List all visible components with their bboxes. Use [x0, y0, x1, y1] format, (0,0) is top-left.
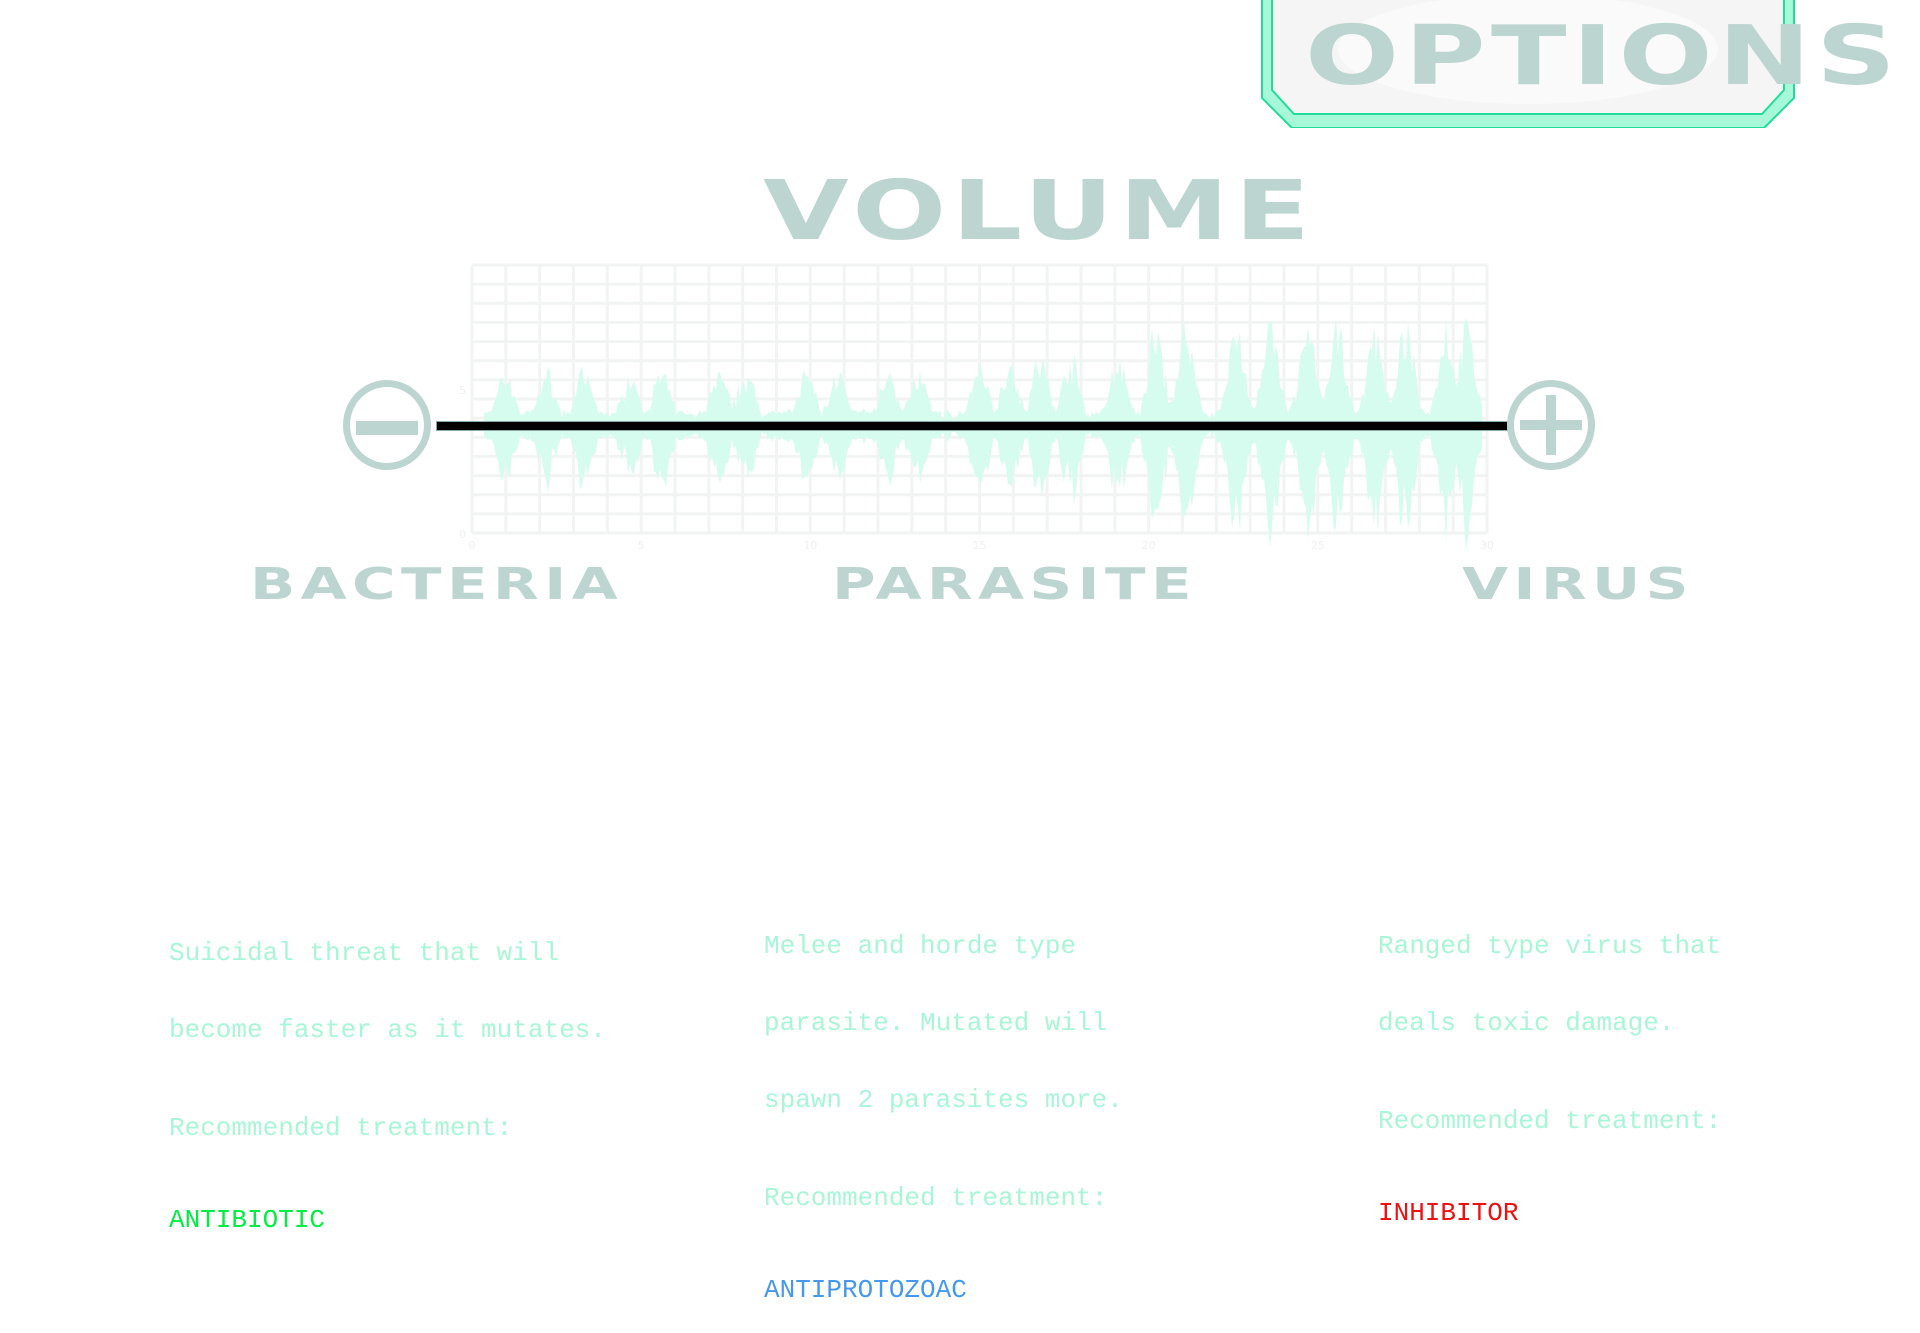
plus-icon-vertical [1546, 395, 1556, 455]
volume-decrease-button[interactable] [343, 380, 431, 470]
recommended-label: Recommended treatment: [1378, 1106, 1722, 1136]
x-tick-label: 0 [469, 539, 476, 552]
category-virus: VIRUS [1462, 559, 1694, 610]
recommended-label: Recommended treatment: [169, 1113, 513, 1143]
volume-increase-button[interactable] [1507, 380, 1595, 470]
minus-icon [356, 421, 418, 435]
treatment-inhibitor: INHIBITOR [1378, 1198, 1519, 1228]
bacteria-info: Suicidal threat that will become faster … [169, 885, 606, 1263]
virus-info: Ranged type virus that deals toxic damag… [1378, 878, 1721, 1256]
description-line: spawn 2 parasites more. [764, 1085, 1123, 1115]
volume-title: VOLUME [763, 164, 1316, 259]
options-title: OPTIONS [1305, 9, 1902, 104]
description-line: Melee and horde type [764, 931, 1077, 961]
parasite-info: Melee and horde type parasite. Mutated w… [764, 878, 1123, 1333]
category-parasite: PARASITE [832, 559, 1197, 610]
treatment-antibiotic: ANTIBIOTIC [169, 1205, 326, 1235]
description-line: Ranged type virus that [1378, 931, 1722, 961]
description-line: become faster as it mutates. [169, 1015, 606, 1045]
treatment-antiprotozoac: ANTIPROTOZOAC [764, 1275, 967, 1305]
volume-waveform: 0510051015202530 [459, 263, 1494, 552]
y-tick-label: 0 [459, 528, 466, 541]
y-tick-label: 5 [459, 384, 466, 397]
category-bacteria: BACTERIA [250, 559, 623, 610]
x-tick-label: 30 [1480, 539, 1494, 552]
description-line: deals toxic damage. [1378, 1008, 1675, 1038]
volume-slider-track[interactable] [436, 421, 1508, 431]
x-tick-label: 20 [1142, 539, 1156, 552]
description-line: parasite. Mutated will [764, 1008, 1108, 1038]
recommended-label: Recommended treatment: [764, 1183, 1108, 1213]
x-tick-label: 25 [1311, 539, 1325, 552]
x-tick-label: 15 [973, 539, 987, 552]
description-line: Suicidal threat that will [169, 938, 560, 968]
waveform-shape [484, 317, 1482, 552]
x-tick-label: 10 [803, 539, 817, 552]
x-tick-label: 5 [638, 539, 645, 552]
